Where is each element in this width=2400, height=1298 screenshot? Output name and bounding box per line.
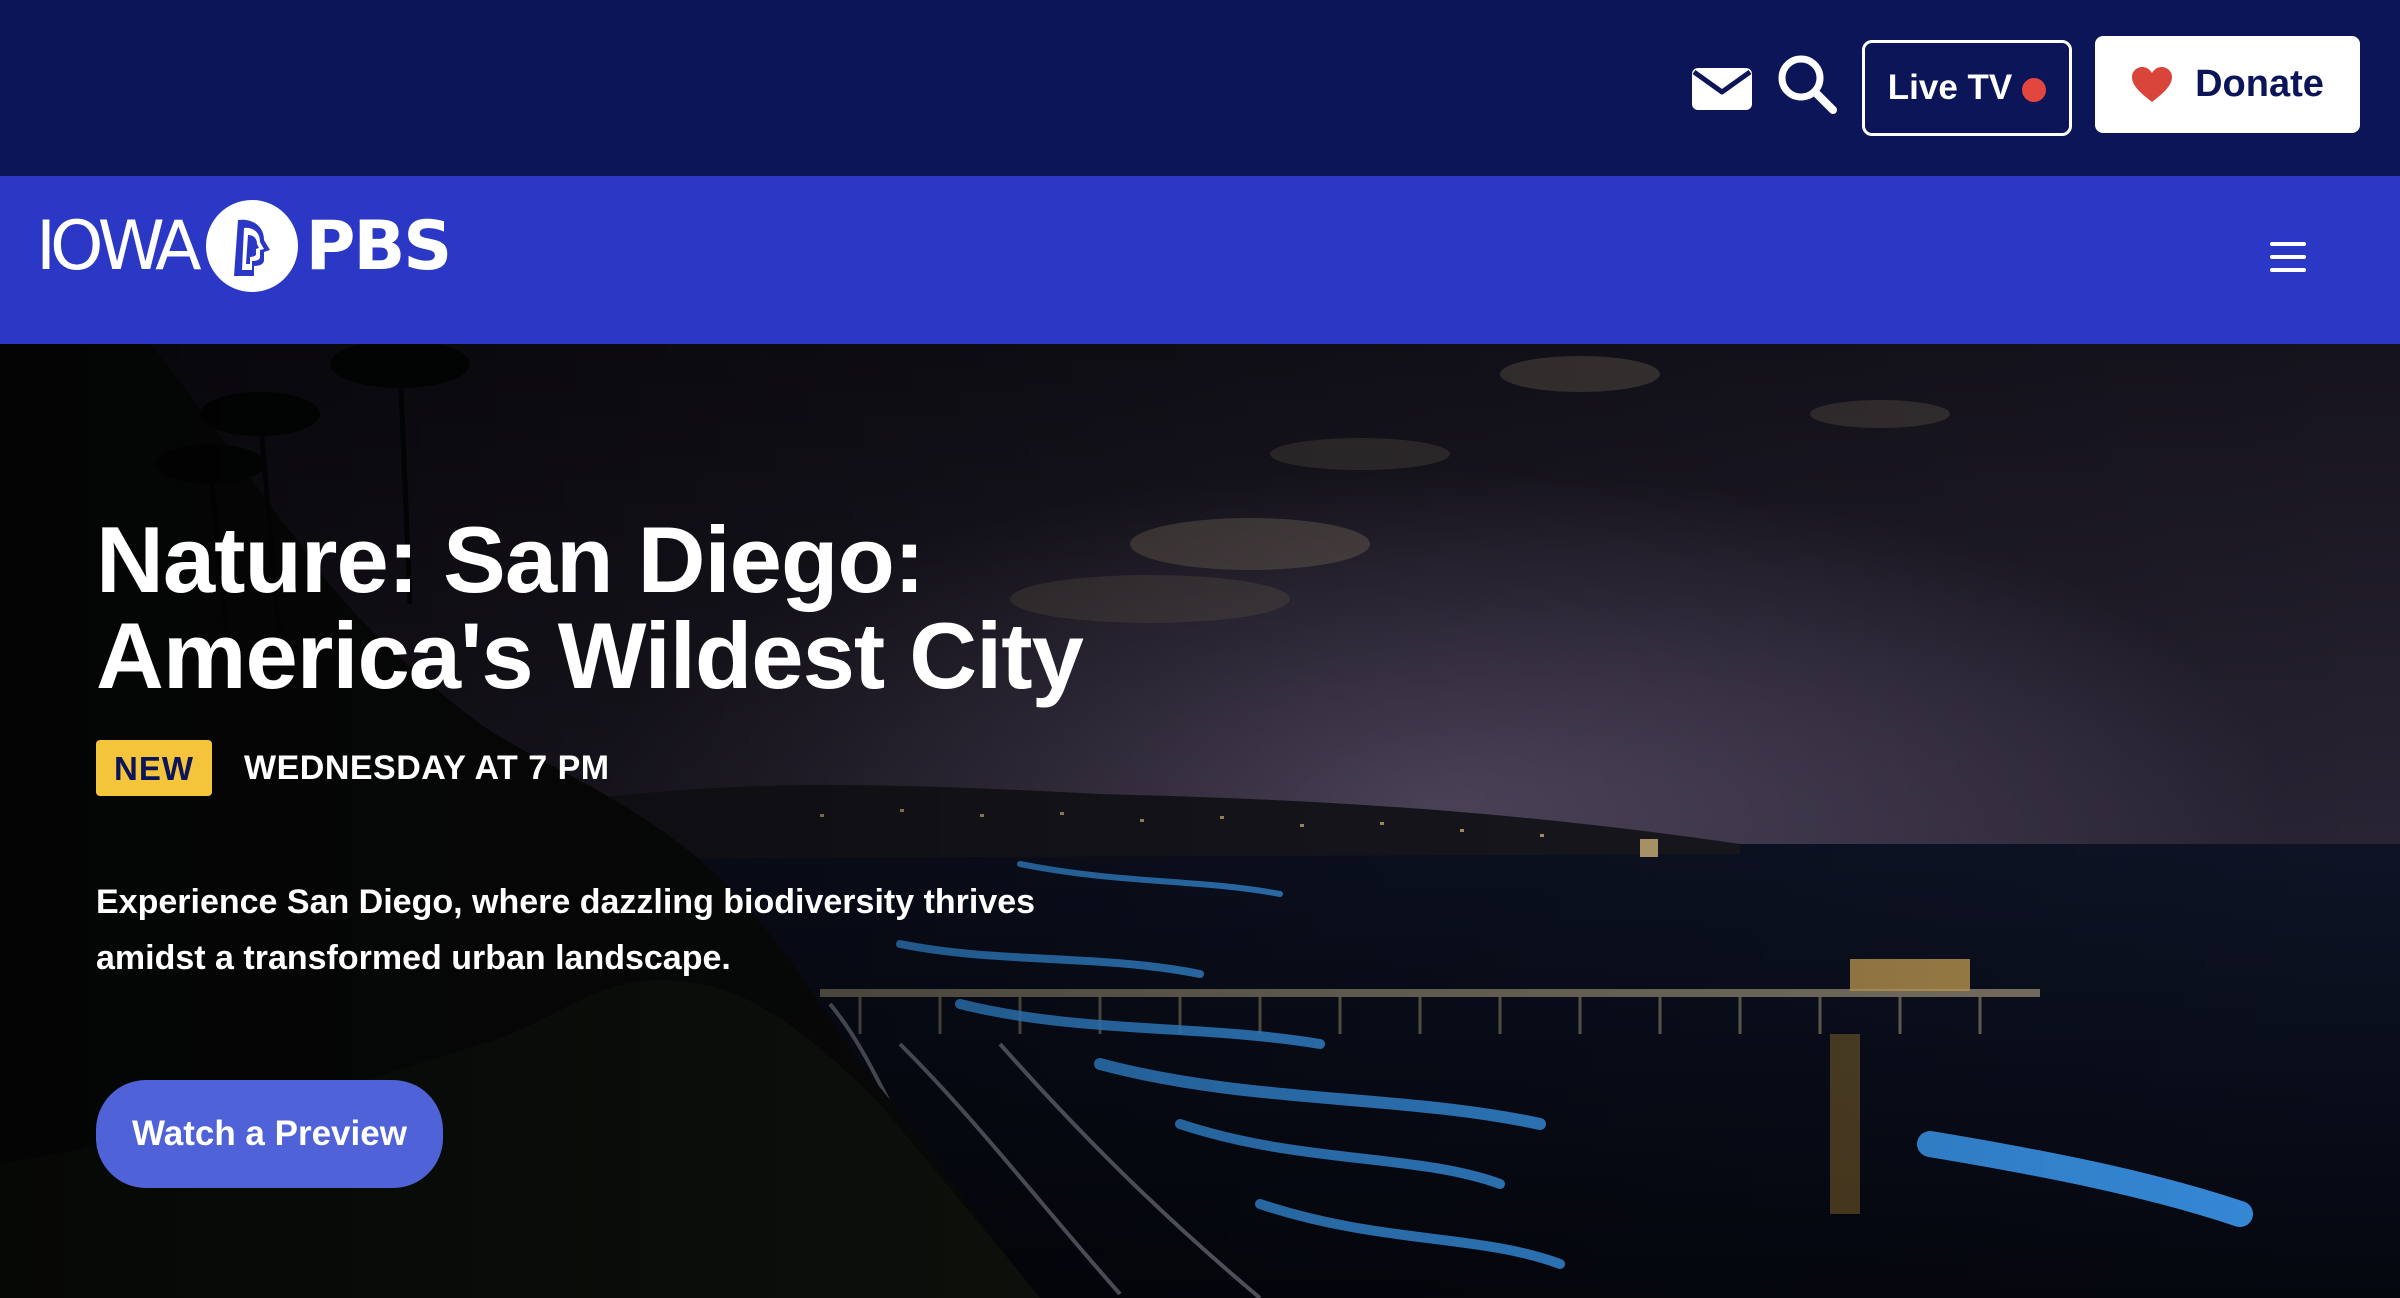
logo-text-pbs: PBS [305,206,453,286]
main-nav: IOWA PBS [0,176,2400,344]
search-icon[interactable] [1775,52,1839,116]
hero-description: Experience San Diego, where dazzling bio… [96,883,1036,977]
hero-banner: Nature: San Diego: America's Wildest Cit… [0,344,2400,1298]
pbs-head-icon [205,200,298,292]
mail-icon[interactable] [1690,64,1754,114]
iowa-pbs-logo[interactable]: IOWA PBS [36,196,453,296]
airtime-text: WEDNESDAY AT 7 PM [244,748,610,787]
watch-preview-button[interactable]: Watch a Preview [96,1080,443,1188]
new-badge: NEW [96,740,212,796]
hero-content: Nature: San Diego: America's Wildest Cit… [96,512,1196,1188]
donate-label: Donate [2195,63,2324,105]
live-tv-button[interactable]: Live TV [1862,40,2072,136]
utility-bar: Live TV Donate [0,0,2400,176]
hero-meta: NEW WEDNESDAY AT 7 PM [96,740,1196,796]
heart-icon [2132,66,2173,102]
logo-text-iowa: IOWA [36,206,202,286]
hero-title: Nature: San Diego: America's Wildest Cit… [96,507,1084,708]
live-tv-label: Live TV [1887,68,2013,107]
hamburger-menu-icon[interactable] [2268,240,2308,274]
donate-button[interactable]: Donate [2095,36,2360,133]
live-indicator-icon [2022,78,2047,102]
